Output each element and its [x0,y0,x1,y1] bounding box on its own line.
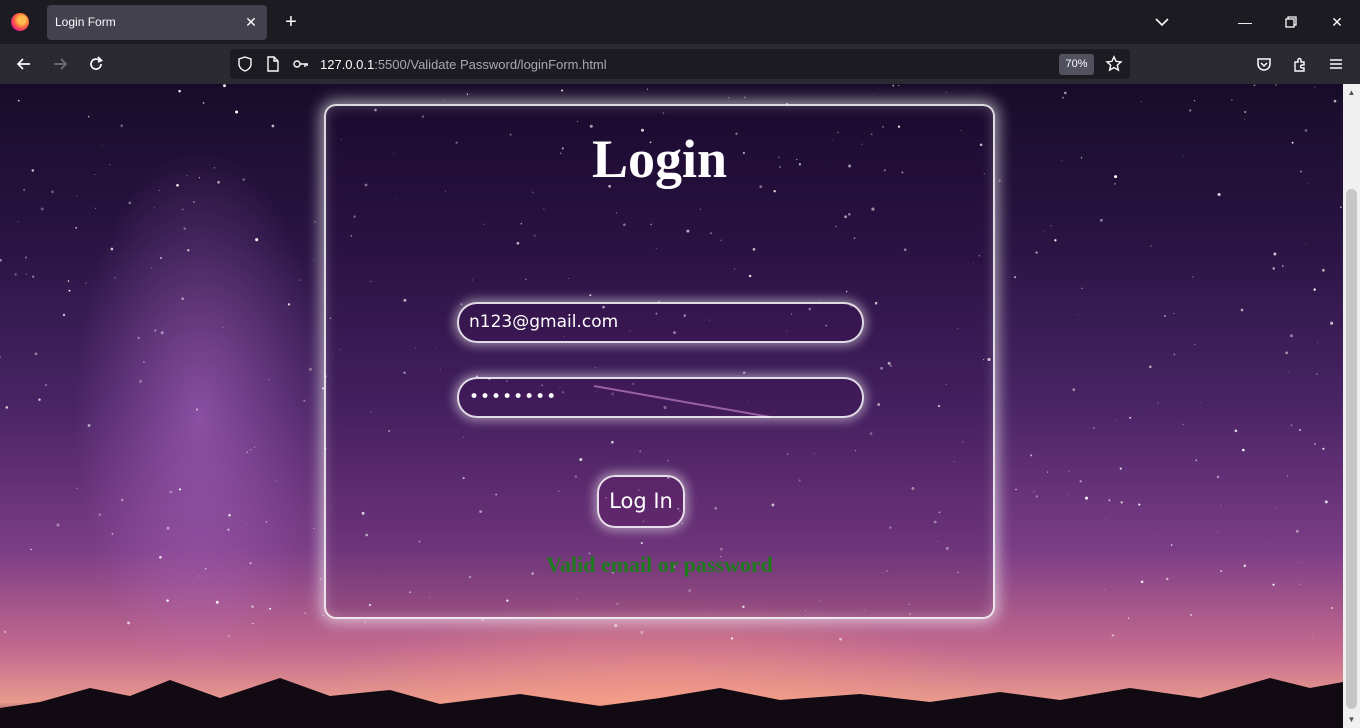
minimize-icon[interactable]: — [1235,12,1255,32]
scroll-down-arrow-icon[interactable]: ▼ [1347,715,1356,724]
url-text[interactable]: 127.0.0.1:5500/Validate Password/loginFo… [320,57,607,72]
page-icon[interactable] [264,55,282,73]
pocket-icon[interactable] [1254,54,1274,74]
login-card: Login n123@gmail.com •••••••• Log In Val… [324,104,995,619]
login-button[interactable]: Log In [597,475,685,528]
star-icon[interactable] [1105,55,1123,73]
tab-login-form[interactable]: Login Form ✕ [47,5,267,40]
validation-message: Valid email or password [546,552,773,577]
restore-icon[interactable] [1281,12,1301,32]
url-host: 127.0.0.1 [320,57,375,72]
page-viewport: Login n123@gmail.com •••••••• Log In Val… [0,84,1343,728]
close-icon[interactable]: ✕ [243,13,259,31]
chevron-down-icon[interactable] [1152,12,1172,32]
hamburger-menu-icon[interactable] [1326,54,1346,74]
page-title: Login [591,129,728,189]
reload-icon[interactable] [86,54,106,74]
back-arrow-icon[interactable] [14,54,34,74]
window-close-icon[interactable]: ✕ [1327,12,1347,32]
forward-arrow-icon[interactable] [50,54,70,74]
key-icon[interactable] [292,55,310,73]
url-bar[interactable]: 127.0.0.1:5500/Validate Password/loginFo… [230,49,1130,79]
password-field[interactable]: •••••••• [457,377,864,418]
tab-title: Login Form [55,15,116,29]
firefox-logo-icon[interactable] [11,13,29,31]
puzzle-icon[interactable] [1290,54,1310,74]
scroll-up-arrow-icon[interactable]: ▲ [1347,88,1356,97]
vertical-scrollbar[interactable]: ▲ ▼ [1343,84,1360,728]
browser-titlebar: Login Form ✕ + — ✕ [0,0,1360,44]
plus-icon[interactable]: + [281,10,301,34]
shield-icon[interactable] [236,55,254,73]
scrollbar-thumb[interactable] [1346,189,1357,709]
email-field[interactable]: n123@gmail.com [457,302,864,343]
mountain-silhouette [0,678,1343,728]
zoom-level-badge[interactable]: 70% [1059,54,1094,75]
url-path: :5500/Validate Password/loginForm.html [374,57,607,72]
